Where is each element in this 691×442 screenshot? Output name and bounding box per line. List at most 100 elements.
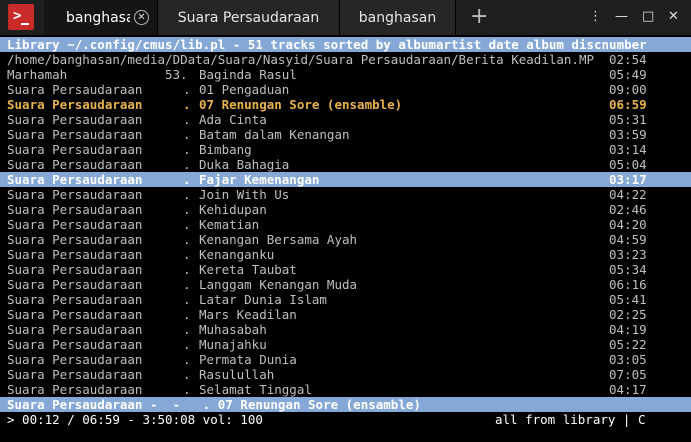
track-title: Batam dalam Kenangan — [199, 127, 350, 142]
track-duration: 05:04 — [609, 157, 647, 172]
track-duration: 06:59 — [609, 97, 647, 112]
track-row-playing[interactable]: Suara Persaudaraan. 07 Renungan Sore (ens… — [0, 97, 691, 112]
track-duration: 02:54 — [609, 52, 647, 67]
track-number: . — [183, 187, 191, 202]
track-row[interactable]: Suara Persaudaraan. Kenangan Bersama Ayah… — [0, 232, 691, 247]
track-number: . — [183, 82, 191, 97]
track-row[interactable]: Suara Persaudaraan. Mars Keadilan 02:25 — [0, 307, 691, 322]
track-row[interactable]: Suara Persaudaraan. Kereta Taubat 05:34 — [0, 262, 691, 277]
track-title: Permata Dunia — [199, 352, 297, 367]
track-artist: Suara Persaudaraan — [7, 172, 143, 187]
track-number: . — [183, 307, 191, 322]
track-duration: 07:05 — [609, 367, 647, 382]
track-title: Kereta Taubat — [199, 262, 297, 277]
path-row[interactable]: /home/banghasan/media/DData/Suara/Nasyid… — [0, 52, 691, 67]
track-duration: 05:22 — [609, 337, 647, 352]
minimize-icon[interactable]: — — [615, 10, 628, 24]
track-row[interactable]: Suara Persaudaraan. Muhasabah 04:19 — [0, 322, 691, 337]
track-duration: 03:05 — [609, 352, 647, 367]
track-row[interactable]: Suara Persaudaraan. Join With Us 04:22 — [0, 187, 691, 202]
track-duration: 02:46 — [609, 202, 647, 217]
tab-label: banghasan — [358, 9, 437, 26]
now-playing-text: Suara Persaudaraan - - . 07 Renungan Sor… — [7, 397, 421, 412]
track-artist: Suara Persaudaraan — [7, 247, 143, 262]
file-path: /home/banghasan/media/DData/Suara/Nasyid… — [7, 52, 594, 67]
track-number: . — [183, 232, 191, 247]
track-row[interactable]: Marhamah 53. Baginda Rasul 05:49 — [0, 67, 691, 82]
track-number: . — [183, 322, 191, 337]
track-duration: 05:41 — [609, 292, 647, 307]
track-artist: Suara Persaudaraan — [7, 277, 143, 292]
track-number: . — [183, 262, 191, 277]
track-row[interactable]: Suara Persaudaraan. Selamat Tinggal 04:17 — [0, 382, 691, 397]
track-artist: Suara Persaudaraan — [7, 187, 143, 202]
track-row[interactable]: Suara Persaudaraan. Rasulullah 07:05 — [0, 367, 691, 382]
track-duration: 03:23 — [609, 247, 647, 262]
track-duration: 04:20 — [609, 217, 647, 232]
track-number: . — [183, 142, 191, 157]
close-window-icon[interactable]: ✕ — [668, 10, 679, 24]
maximize-icon[interactable]: □ — [642, 10, 654, 24]
track-artist: Suara Persaudaraan — [7, 337, 143, 352]
tab-bar: > banghasan ✕ Suara Persaudaraan banghas… — [0, 0, 691, 35]
track-title: Kehidupan — [199, 202, 267, 217]
track-row[interactable]: Suara Persaudaraan. Munajahku 05:22 — [0, 337, 691, 352]
track-row[interactable]: Suara Persaudaraan. Kenanganku 03:23 — [0, 247, 691, 262]
tab-label: banghasan — [66, 9, 130, 26]
track-title: Mars Keadilan — [199, 307, 297, 322]
track-title: Munajahku — [199, 337, 267, 352]
track-row[interactable]: Suara Persaudaraan. Permata Dunia 03:05 — [0, 352, 691, 367]
track-row[interactable]: Suara Persaudaraan. Kehidupan 02:46 — [0, 202, 691, 217]
track-artist: Suara Persaudaraan — [7, 232, 143, 247]
prompt-glyph: > — [13, 8, 22, 24]
track-title: Rasulullah — [199, 367, 275, 382]
track-row-selected[interactable]: Suara Persaudaraan. Fajar Kemenangan 03:17 — [0, 172, 691, 187]
track-duration: 04:22 — [609, 187, 647, 202]
track-artist: Suara Persaudaraan — [7, 382, 143, 397]
header-text: Library ~/.config/cmus/lib.pl - 51 track… — [7, 37, 647, 52]
track-duration: 06:16 — [609, 277, 647, 292]
tab-banghasan[interactable]: banghasan — [340, 0, 456, 35]
track-row[interactable]: Suara Persaudaraan. Duka Bahagia 05:04 — [0, 157, 691, 172]
track-number: . — [183, 157, 191, 172]
track-duration: 04:19 — [609, 322, 647, 337]
track-duration: 03:59 — [609, 127, 647, 142]
track-artist: Marhamah — [7, 67, 68, 82]
track-artist: Suara Persaudaraan — [7, 262, 143, 277]
track-title: 01 Pengaduan — [199, 82, 290, 97]
menu-icon[interactable]: ⋮ — [589, 10, 602, 24]
track-duration: 04:59 — [609, 232, 647, 247]
track-title: Fajar Kemenangan — [199, 172, 320, 187]
terminal-app-icon[interactable]: > — [8, 4, 34, 30]
tab-close-icon[interactable]: ✕ — [134, 10, 149, 25]
track-number: . — [183, 172, 191, 187]
add-tab-icon[interactable]: + — [470, 6, 488, 28]
track-title: Selamat Tinggal — [199, 382, 312, 397]
track-duration: 05:34 — [609, 262, 647, 277]
tab-suara-persaudaraan[interactable]: Suara Persaudaraan — [158, 0, 340, 35]
play-mode-status: all from library | C — [495, 412, 646, 427]
track-number: . — [183, 97, 191, 112]
track-row[interactable]: Suara Persaudaraan. Langgam Kenangan Muda… — [0, 277, 691, 292]
now-playing-bar: Suara Persaudaraan - - . 07 Renungan Sor… — [0, 397, 691, 412]
tab-banghasan-active[interactable]: banghasan ✕ — [44, 0, 158, 35]
track-row[interactable]: Suara Persaudaraan. 01 Pengaduan 09:00 — [0, 82, 691, 97]
track-title: Join With Us — [199, 187, 290, 202]
track-artist: Suara Persaudaraan — [7, 322, 143, 337]
track-number: . — [183, 337, 191, 352]
track-duration: 02:25 — [609, 307, 647, 322]
track-row[interactable]: Suara Persaudaraan. Ada Cinta 05:31 — [0, 112, 691, 127]
tab-label: Suara Persaudaraan — [177, 9, 320, 26]
terminal-pane[interactable]: Library ~/.config/cmus/lib.pl - 51 track… — [0, 35, 691, 442]
track-row[interactable]: Suara Persaudaraan. Bimbang 03:14 — [0, 142, 691, 157]
track-duration: 03:17 — [609, 172, 647, 187]
track-row[interactable]: Suara Persaudaraan. Kematian 04:20 — [0, 217, 691, 232]
track-title: Langgam Kenangan Muda — [199, 277, 358, 292]
track-number: . — [183, 292, 191, 307]
track-row[interactable]: Suara Persaudaraan. Latar Dunia Islam 05:4… — [0, 292, 691, 307]
track-number: . — [183, 127, 191, 142]
track-row[interactable]: Suara Persaudaraan. Batam dalam Kenangan 0… — [0, 127, 691, 142]
track-duration: 04:17 — [609, 382, 647, 397]
track-duration: 05:49 — [609, 67, 647, 82]
cursor-glyph — [21, 23, 29, 25]
